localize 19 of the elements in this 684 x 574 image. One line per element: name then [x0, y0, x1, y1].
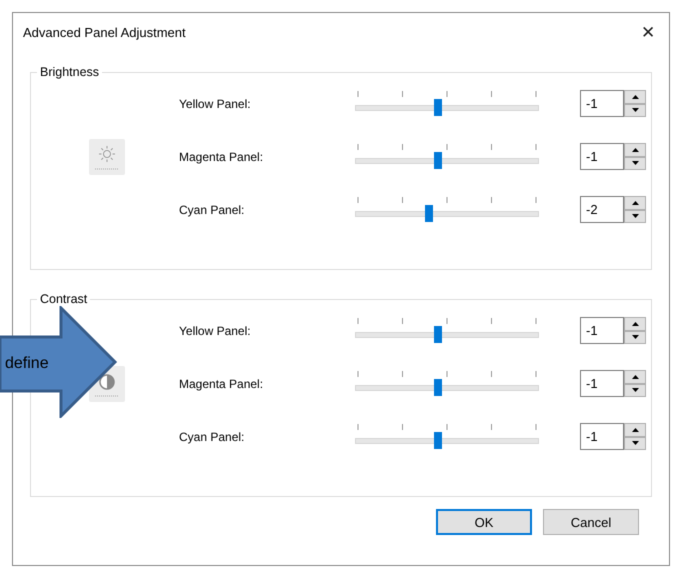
spin-value-field[interactable]: -1 [580, 317, 624, 344]
spin-value-field[interactable]: -1 [580, 143, 624, 170]
dialog-button[interactable]: Cancel [543, 509, 639, 535]
slider-label: Yellow Panel: [179, 324, 252, 338]
group-title: Contrast [39, 292, 88, 306]
spin-value-field[interactable]: -1 [580, 423, 624, 450]
spin-value-field[interactable]: -2 [580, 196, 624, 223]
spin-value-field[interactable]: -1 [580, 90, 624, 117]
window-title: Advanced Panel Adjustment [23, 24, 186, 40]
spin-value-field[interactable]: -1 [580, 370, 624, 397]
slider-label: Magenta Panel: [179, 376, 264, 390]
dialog-button[interactable]: OK [436, 509, 532, 535]
slider-label: Yellow Panel: [179, 96, 252, 110]
group-title: Brightness [39, 65, 100, 79]
slider-label: Cyan Panel: [179, 430, 246, 444]
slider-label: Magenta Panel: [179, 150, 264, 164]
callout-label: define [5, 355, 49, 373]
slider-label: Cyan Panel: [179, 202, 246, 216]
close-button[interactable]: ✕ [637, 22, 659, 42]
